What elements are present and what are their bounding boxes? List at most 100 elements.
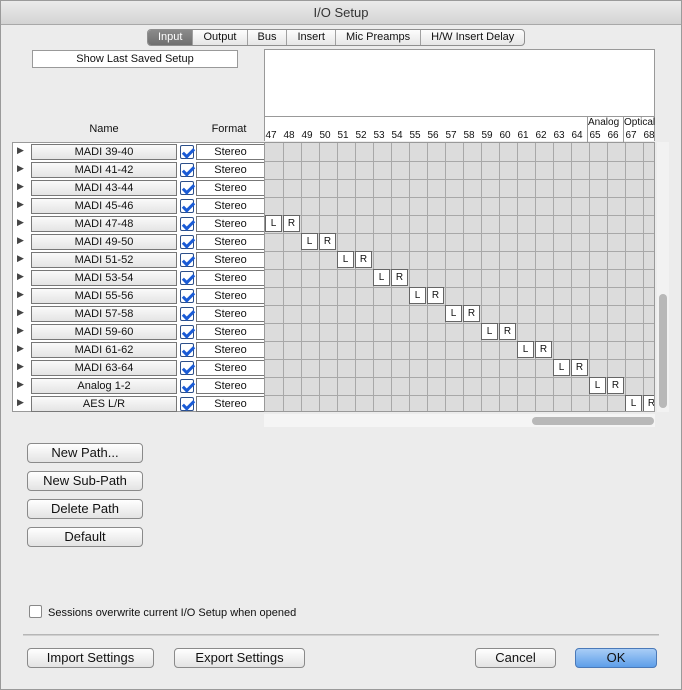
path-format[interactable]: Stereo (196, 198, 265, 214)
path-active-checkbox[interactable] (180, 181, 194, 195)
path-row[interactable]: ▶ MADI 39-40 Stereo (13, 143, 265, 161)
path-row[interactable]: ▶ MADI 55-56 Stereo (13, 287, 265, 305)
sessions-overwrite-option[interactable]: Sessions overwrite current I/O Setup whe… (29, 605, 296, 619)
path-format[interactable]: Stereo (196, 234, 265, 250)
path-row[interactable]: ▶ MADI 41-42 Stereo (13, 161, 265, 179)
disclosure-triangle-icon[interactable]: ▶ (17, 307, 24, 318)
path-row[interactable]: ▶ MADI 57-58 Stereo (13, 305, 265, 323)
show-last-saved-button[interactable]: Show Last Saved Setup (32, 50, 238, 68)
channel-assignment[interactable]: L (517, 341, 534, 358)
path-name[interactable]: MADI 57-58 (31, 306, 177, 322)
path-active-checkbox[interactable] (180, 361, 194, 375)
disclosure-triangle-icon[interactable]: ▶ (17, 379, 24, 390)
path-row[interactable]: ▶ MADI 59-60 Stereo (13, 323, 265, 341)
path-name[interactable]: MADI 43-44 (31, 180, 177, 196)
delete-path-button[interactable]: Delete Path (27, 499, 143, 519)
path-active-checkbox[interactable] (180, 325, 194, 339)
channel-assignment[interactable]: R (355, 251, 372, 268)
path-row[interactable]: ▶ MADI 47-48 Stereo (13, 215, 265, 233)
path-format[interactable]: Stereo (196, 216, 265, 232)
new-sub-path-button[interactable]: New Sub-Path (27, 471, 143, 491)
path-row[interactable]: ▶ MADI 45-46 Stereo (13, 197, 265, 215)
disclosure-triangle-icon[interactable]: ▶ (17, 217, 24, 228)
channel-assignment[interactable]: R (643, 395, 654, 411)
path-name[interactable]: MADI 51-52 (31, 252, 177, 268)
tab-insert[interactable]: Insert (287, 30, 336, 45)
tab-input[interactable]: Input (148, 30, 194, 45)
ok-button[interactable]: OK (575, 648, 657, 668)
path-name[interactable]: MADI 63-64 (31, 360, 177, 376)
path-format[interactable]: Stereo (196, 342, 265, 358)
channel-grid[interactable]: LRLRLRLRLRLRLRLRLRLRLR (264, 142, 655, 412)
path-name[interactable]: MADI 39-40 (31, 144, 177, 160)
channel-assignment[interactable]: L (301, 233, 318, 250)
disclosure-triangle-icon[interactable]: ▶ (17, 289, 24, 300)
disclosure-triangle-icon[interactable]: ▶ (17, 181, 24, 192)
path-active-checkbox[interactable] (180, 307, 194, 321)
channel-assignment[interactable]: L (337, 251, 354, 268)
channel-assignment[interactable]: R (319, 233, 336, 250)
path-row[interactable]: ▶ MADI 61-62 Stereo (13, 341, 265, 359)
channel-assignment[interactable]: L (481, 323, 498, 340)
path-name[interactable]: MADI 61-62 (31, 342, 177, 358)
path-format[interactable]: Stereo (196, 378, 265, 394)
channel-assignment[interactable]: L (589, 377, 606, 394)
path-name[interactable]: MADI 59-60 (31, 324, 177, 340)
path-active-checkbox[interactable] (180, 199, 194, 213)
disclosure-triangle-icon[interactable]: ▶ (17, 253, 24, 264)
tab-hw-insert-delay[interactable]: H/W Insert Delay (421, 30, 524, 45)
tab-bus[interactable]: Bus (248, 30, 288, 45)
vertical-scrollbar[interactable] (657, 142, 669, 412)
path-row[interactable]: ▶ Analog 1-2 Stereo (13, 377, 265, 395)
default-button[interactable]: Default (27, 527, 143, 547)
path-active-checkbox[interactable] (180, 397, 194, 411)
channel-assignment[interactable]: L (265, 215, 282, 232)
vertical-scroll-thumb[interactable] (659, 294, 667, 408)
path-name[interactable]: MADI 47-48 (31, 216, 177, 232)
path-name[interactable]: AES L/R (31, 396, 177, 412)
path-active-checkbox[interactable] (180, 217, 194, 231)
tab-mic-preamps[interactable]: Mic Preamps (336, 30, 422, 45)
disclosure-triangle-icon[interactable]: ▶ (17, 361, 24, 372)
channel-assignment[interactable]: L (373, 269, 390, 286)
channel-assignment[interactable]: R (427, 287, 444, 304)
channel-assignment[interactable]: R (607, 377, 624, 394)
path-name[interactable]: MADI 45-46 (31, 198, 177, 214)
channel-assignment[interactable]: L (553, 359, 570, 376)
channel-assignment[interactable]: R (571, 359, 588, 376)
path-format[interactable]: Stereo (196, 306, 265, 322)
path-format[interactable]: Stereo (196, 270, 265, 286)
path-name[interactable]: MADI 49-50 (31, 234, 177, 250)
cancel-button[interactable]: Cancel (475, 648, 556, 668)
path-active-checkbox[interactable] (180, 235, 194, 249)
path-row[interactable]: ▶ MADI 43-44 Stereo (13, 179, 265, 197)
channel-assignment[interactable]: L (445, 305, 462, 322)
new-path-button[interactable]: New Path... (27, 443, 143, 463)
disclosure-triangle-icon[interactable]: ▶ (17, 397, 24, 408)
path-active-checkbox[interactable] (180, 379, 194, 393)
path-name[interactable]: Analog 1-2 (31, 378, 177, 394)
path-active-checkbox[interactable] (180, 343, 194, 357)
path-name[interactable]: MADI 53-54 (31, 270, 177, 286)
path-format[interactable]: Stereo (196, 324, 265, 340)
horizontal-scroll-thumb[interactable] (532, 417, 654, 425)
path-format[interactable]: Stereo (196, 288, 265, 304)
channel-assignment[interactable]: R (535, 341, 552, 358)
disclosure-triangle-icon[interactable]: ▶ (17, 271, 24, 282)
path-format[interactable]: Stereo (196, 360, 265, 376)
import-settings-button[interactable]: Import Settings (27, 648, 154, 668)
channel-assignment[interactable]: L (625, 395, 642, 411)
sessions-overwrite-checkbox[interactable] (29, 605, 42, 618)
path-active-checkbox[interactable] (180, 253, 194, 267)
path-format[interactable]: Stereo (196, 180, 265, 196)
disclosure-triangle-icon[interactable]: ▶ (17, 145, 24, 156)
path-row[interactable]: ▶ AES L/R Stereo (13, 395, 265, 413)
tab-output[interactable]: Output (193, 30, 248, 45)
disclosure-triangle-icon[interactable]: ▶ (17, 163, 24, 174)
channel-assignment[interactable]: R (499, 323, 516, 340)
path-format[interactable]: Stereo (196, 252, 265, 268)
path-active-checkbox[interactable] (180, 289, 194, 303)
disclosure-triangle-icon[interactable]: ▶ (17, 325, 24, 336)
disclosure-triangle-icon[interactable]: ▶ (17, 235, 24, 246)
channel-assignment[interactable]: L (409, 287, 426, 304)
